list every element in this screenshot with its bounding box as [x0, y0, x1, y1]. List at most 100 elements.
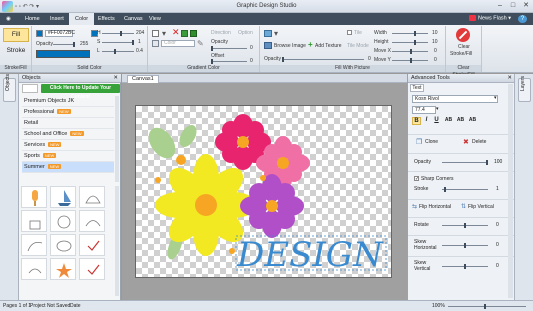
thumb-shell-icon[interactable]: [79, 210, 105, 232]
fill-button[interactable]: Fill: [3, 28, 29, 42]
panel-close-icon[interactable]: ✕: [507, 74, 512, 83]
opacity-slider[interactable]: [442, 160, 488, 165]
eyedropper-icon[interactable]: ✎: [197, 39, 204, 48]
stroke-slider[interactable]: [442, 187, 488, 192]
list-item[interactable]: Retail: [22, 118, 114, 129]
current-color-swatch[interactable]: [36, 30, 43, 37]
gradient-opacity-value[interactable]: 0: [250, 45, 253, 51]
design-text[interactable]: DESIGN: [236, 235, 384, 275]
list-item[interactable]: Services NEW: [22, 140, 114, 151]
rotate-slider[interactable]: [442, 223, 488, 228]
italic-button[interactable]: I: [422, 117, 431, 125]
leaf-shape[interactable]: [143, 123, 181, 163]
list-item-selected[interactable]: Summer NEW: [22, 162, 114, 173]
thumbnail-scrollbar[interactable]: [115, 186, 119, 296]
s-value[interactable]: 1: [138, 39, 141, 45]
zoom-slider[interactable]: [448, 304, 526, 309]
gradient-swatch-white[interactable]: [152, 30, 159, 37]
stroke-button[interactable]: Stroke: [3, 44, 29, 58]
thumb-shell-icon[interactable]: [50, 234, 76, 256]
help-icon[interactable]: ?: [518, 15, 527, 23]
move-x-value[interactable]: 0: [434, 48, 437, 54]
font-dropdown-icon[interactable]: ▾: [494, 95, 497, 101]
skew-horizontal-slider[interactable]: [442, 243, 488, 248]
move-y-slider[interactable]: [392, 58, 428, 63]
thumb-sailboat-icon[interactable]: [50, 186, 76, 208]
tab-canvas1[interactable]: Canvas1: [127, 75, 159, 83]
skew-vertical-slider[interactable]: [442, 264, 488, 269]
orange-dot[interactable]: [176, 155, 186, 165]
thumb-popsicle-icon[interactable]: [21, 186, 47, 208]
menu-view[interactable]: View: [143, 13, 167, 25]
text-style-button[interactable]: AB: [455, 117, 466, 125]
offset-slider[interactable]: [211, 59, 247, 64]
orange-dot[interactable]: [260, 175, 266, 181]
skew-vertical-value[interactable]: 0: [496, 263, 499, 269]
tab-text[interactable]: Text: [410, 84, 424, 92]
zoom-level[interactable]: 100%: [432, 301, 445, 311]
minimize-icon[interactable]: –: [494, 1, 506, 11]
gradient-green-swatch[interactable]: [181, 30, 188, 37]
thumb-shell-icon[interactable]: [79, 186, 105, 208]
underline-button[interactable]: U: [432, 117, 441, 125]
list-item[interactable]: Premium Objects JK: [22, 96, 114, 107]
picture-fill-swatch[interactable]: [264, 30, 272, 37]
l-slider[interactable]: [102, 49, 134, 54]
gradient-stop-swatch[interactable]: [152, 40, 159, 47]
move-y-value[interactable]: 0: [434, 57, 437, 63]
panel-close-icon[interactable]: ✕: [113, 74, 118, 83]
menu-home[interactable]: Home: [19, 13, 46, 25]
purple-flower[interactable]: [240, 174, 304, 238]
clear-label[interactable]: Clear: [458, 44, 470, 50]
height-value[interactable]: 10: [432, 39, 438, 45]
flip-vertical-button[interactable]: Flip Vertical: [468, 204, 494, 210]
flip-horizontal-button[interactable]: Flip Horizontal: [419, 204, 451, 210]
list-item[interactable]: Sports NEW: [22, 151, 114, 162]
orange-dot[interactable]: [155, 177, 161, 183]
s-slider[interactable]: [102, 40, 134, 45]
font-size-select[interactable]: 77.4: [412, 106, 436, 114]
h-slider[interactable]: [102, 31, 134, 36]
picture-dropdown-icon[interactable]: ▾: [274, 29, 278, 38]
maximize-icon[interactable]: □: [507, 1, 519, 11]
advanced-tools-scrollbar[interactable]: [508, 84, 513, 298]
delete-button[interactable]: Delete: [472, 139, 486, 145]
clear-label-2[interactable]: Stroke/Fill: [450, 51, 472, 57]
h-value[interactable]: 204: [136, 30, 144, 36]
width-slider[interactable]: [392, 31, 428, 36]
list-item[interactable]: Professional NEW: [22, 107, 114, 118]
thumb-shell-icon[interactable]: [50, 210, 76, 232]
leaf-shape[interactable]: [176, 122, 200, 150]
remove-gradient-icon[interactable]: ✕: [172, 28, 180, 37]
menu-color[interactable]: Color: [69, 13, 95, 25]
add-gradient-stop-icon[interactable]: [190, 30, 197, 37]
move-x-slider[interactable]: [392, 49, 428, 54]
thumb-starfish-icon[interactable]: [50, 258, 76, 280]
orange-dot[interactable]: [229, 248, 235, 254]
close-icon[interactable]: ✕: [520, 1, 532, 11]
picture-opacity-value[interactable]: 0: [368, 56, 371, 62]
text-style-button[interactable]: AB: [443, 117, 454, 125]
clear-stroke-fill-icon[interactable]: [456, 28, 470, 42]
height-slider[interactable]: [392, 40, 428, 45]
sharp-corners-checkbox[interactable]: ✓: [414, 176, 419, 182]
text-style-button[interactable]: AB: [467, 117, 478, 125]
stroke-value[interactable]: 1: [496, 186, 499, 192]
tab-objects-side[interactable]: Objects: [3, 74, 16, 102]
thumb-checkbox-icon[interactable]: [79, 258, 105, 280]
thumb-shell-icon[interactable]: [21, 234, 47, 256]
gradient-opacity-slider[interactable]: [211, 46, 247, 51]
opacity-value[interactable]: 255: [80, 41, 88, 47]
tile-checkbox[interactable]: [347, 30, 352, 35]
font-name-select[interactable]: Kosn Rivol: [412, 95, 498, 103]
picture-opacity-slider[interactable]: [282, 57, 364, 62]
list-item[interactable]: School and Office NEW: [22, 129, 114, 140]
category-scrollbar[interactable]: [115, 96, 119, 182]
menu-insert[interactable]: Insert: [44, 13, 70, 25]
l-value[interactable]: 0.4: [136, 48, 143, 54]
width-value[interactable]: 10: [432, 30, 438, 36]
offset-value[interactable]: 0: [250, 58, 253, 64]
hex-color-input[interactable]: #FF0072BC: [45, 30, 75, 37]
skew-horizontal-value[interactable]: 0: [496, 242, 499, 248]
rotate-value[interactable]: 0: [496, 222, 499, 228]
